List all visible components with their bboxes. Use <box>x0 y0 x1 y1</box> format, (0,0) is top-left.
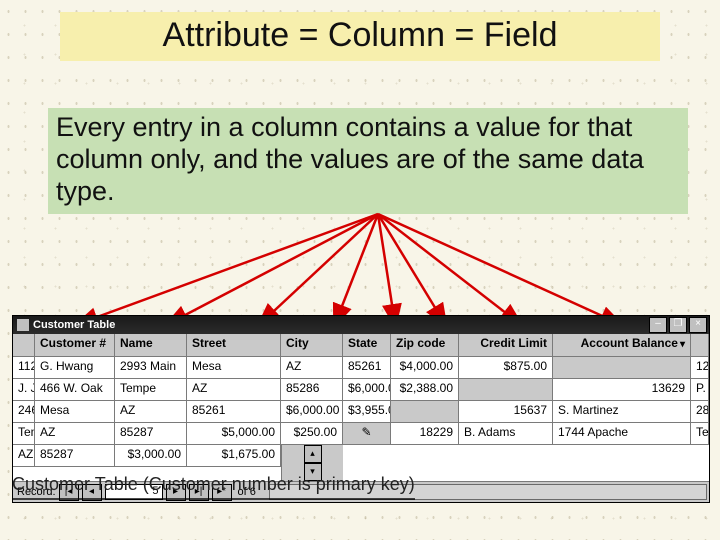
cell-city[interactable]: Mesa <box>35 401 115 423</box>
window-title: Customer Table <box>33 319 649 331</box>
window-icon <box>17 319 29 331</box>
col-city[interactable]: City <box>281 334 343 357</box>
row-selector[interactable] <box>553 357 691 379</box>
cell-account-balance[interactable]: $3,955.00 <box>343 401 391 423</box>
cell-customer-number[interactable]: 18229 <box>391 423 459 445</box>
slide-description: Every entry in a column contains a value… <box>48 108 688 214</box>
cell-name[interactable]: B. Adams <box>459 423 553 445</box>
col-customer-number[interactable]: Customer # <box>35 334 115 357</box>
data-grid: Customer # Name Street City State Zip co… <box>13 334 709 481</box>
cell-zip[interactable]: 85261 <box>187 401 281 423</box>
col-state[interactable]: State <box>343 334 391 357</box>
cell-street[interactable]: 246 E. Palm <box>13 401 35 423</box>
col-credit-limit[interactable]: Credit Limit <box>459 334 553 357</box>
col-account-balance-label: Account Balance <box>581 336 678 350</box>
cell-zip[interactable]: 85287 <box>115 423 187 445</box>
row-selector[interactable] <box>459 379 553 401</box>
cell-account-balance[interactable]: $2,388.00 <box>391 379 459 401</box>
cell-customer-number[interactable]: 11255 <box>13 357 35 379</box>
slide-title: Attribute = Column = Field <box>60 12 660 61</box>
col-zip[interactable]: Zip code <box>391 334 459 357</box>
chevron-down-icon: ▾ <box>680 339 685 350</box>
grid-corner[interactable] <box>13 334 35 357</box>
row-selector[interactable] <box>391 401 459 423</box>
cell-zip[interactable]: 85286 <box>281 379 343 401</box>
cell-name[interactable]: J. Jackson <box>13 379 35 401</box>
cell-zip[interactable]: 85261 <box>343 357 391 379</box>
close-button[interactable]: × <box>689 317 707 333</box>
cell-state[interactable]: AZ <box>35 423 115 445</box>
window-titlebar: Customer Table – ❐ × <box>13 316 709 334</box>
cell-credit-limit[interactable]: $5,000.00 <box>187 423 281 445</box>
cell-name[interactable]: P. Szabo <box>691 379 709 401</box>
cell-city[interactable]: Mesa <box>187 357 281 379</box>
cell-street[interactable]: 2993 Main <box>115 357 187 379</box>
cell-credit-limit[interactable]: $4,000.00 <box>391 357 459 379</box>
figure-caption: Customer Table (Customer number is prima… <box>12 474 415 500</box>
col-street[interactable]: Street <box>187 334 281 357</box>
cell-street[interactable]: 2866 Spring <box>691 401 709 423</box>
cell-name[interactable]: G. Hwang <box>35 357 115 379</box>
cell-account-balance[interactable]: $1,675.00 <box>187 445 281 467</box>
cell-state[interactable]: AZ <box>13 445 35 467</box>
col-account-balance[interactable]: Account Balance▾ <box>553 334 691 357</box>
cell-state[interactable]: AZ <box>187 379 281 401</box>
minimize-button[interactable]: – <box>649 317 667 333</box>
cell-credit-limit[interactable]: $3,000.00 <box>115 445 187 467</box>
column-arrows <box>0 208 720 330</box>
cell-customer-number[interactable]: 15637 <box>459 401 553 423</box>
scroll-up-button[interactable]: ▴ <box>304 445 322 463</box>
cell-city[interactable]: Tempe <box>13 423 35 445</box>
cell-credit-limit[interactable]: $6,000.00 <box>281 401 343 423</box>
cell-zip[interactable]: 85287 <box>35 445 115 467</box>
maximize-button[interactable]: ❐ <box>669 317 687 333</box>
cell-customer-number[interactable]: 12971 <box>691 357 709 379</box>
row-selector[interactable]: ✎ <box>343 423 391 445</box>
cell-city[interactable]: Tempe <box>115 379 187 401</box>
cell-account-balance[interactable]: $875.00 <box>459 357 553 379</box>
cell-credit-limit[interactable]: $6,000.00 <box>343 379 391 401</box>
cell-city[interactable]: Tempe <box>691 423 709 445</box>
cell-customer-number[interactable]: 13629 <box>553 379 691 401</box>
cell-name[interactable]: S. Martinez <box>553 401 691 423</box>
row-selector[interactable] <box>691 334 709 357</box>
cell-account-balance[interactable]: $250.00 <box>281 423 343 445</box>
cell-state[interactable]: AZ <box>281 357 343 379</box>
col-name[interactable]: Name <box>115 334 187 357</box>
cell-street[interactable]: 466 W. Oak <box>35 379 115 401</box>
cell-street[interactable]: 1744 Apache <box>553 423 691 445</box>
cell-state[interactable]: AZ <box>115 401 187 423</box>
